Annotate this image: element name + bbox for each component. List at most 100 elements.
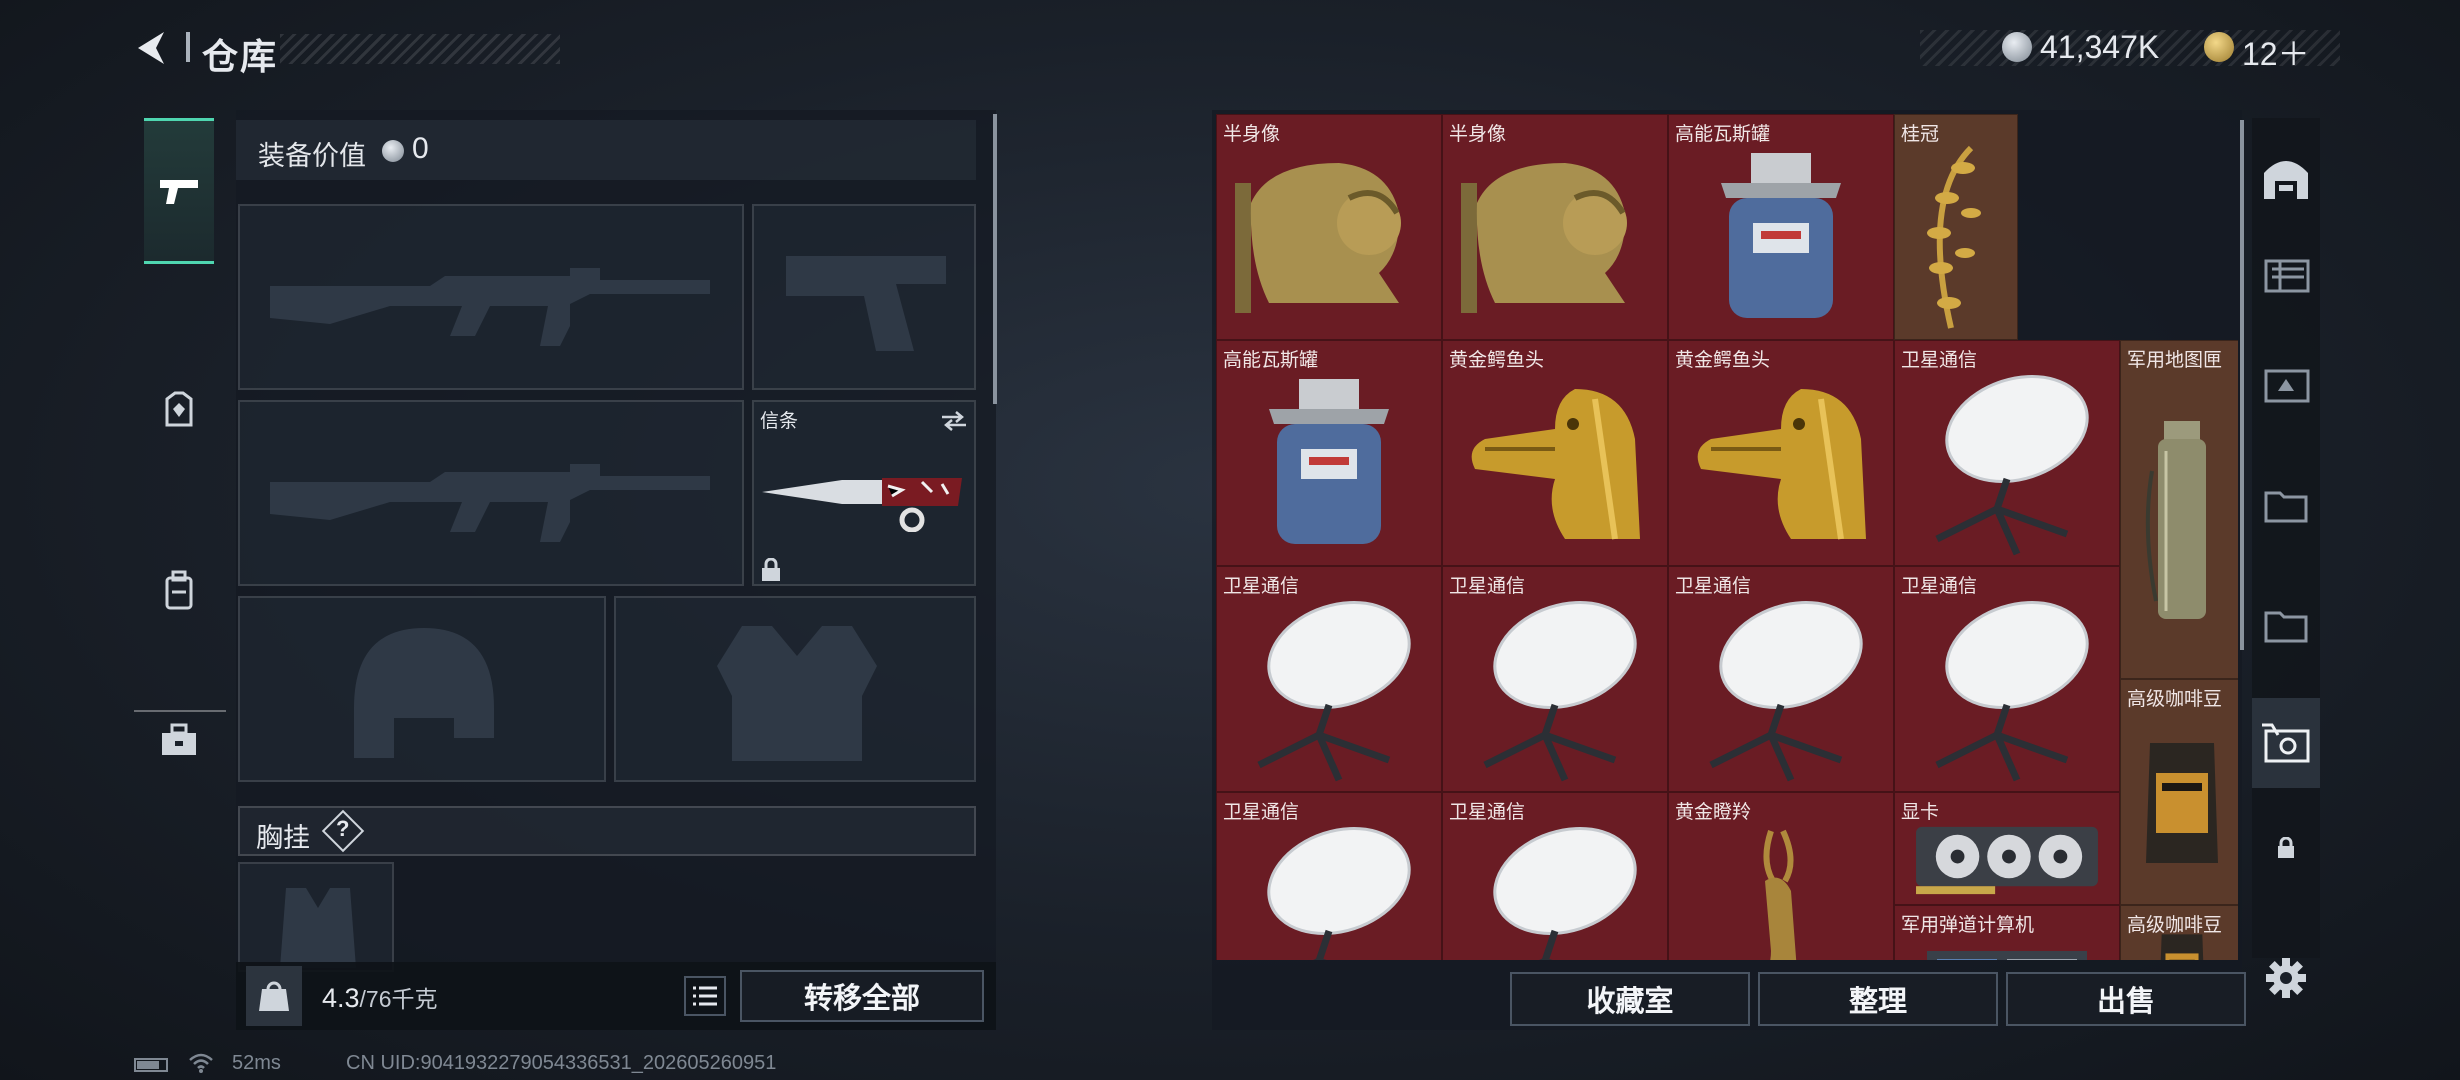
- stash-scrollbar[interactable]: [2240, 120, 2244, 650]
- armor-slot[interactable]: [614, 596, 976, 782]
- list-icon: [693, 986, 717, 1006]
- wifi-icon: [189, 1053, 213, 1073]
- chest-rig-slot[interactable]: [238, 862, 394, 972]
- chest-rig-label: 胸挂: [256, 823, 310, 853]
- melee-label: 信条: [760, 411, 799, 432]
- ping-value: 52ms: [232, 1052, 281, 1074]
- sort-button[interactable]: 整理: [1758, 972, 1998, 1026]
- stash-item-cell[interactable]: 卫星通信: [1668, 566, 1894, 792]
- rig-silhouette-icon: [280, 888, 356, 968]
- pistol-slot[interactable]: [752, 204, 976, 390]
- stash-item-cell[interactable]: 军用地图匣: [2120, 340, 2238, 679]
- equipment-value: 0: [412, 132, 429, 165]
- settings-gear-icon[interactable]: [2264, 956, 2308, 1000]
- stash-item-cell[interactable]: 桂冠: [1894, 114, 2019, 340]
- crate-icon: [2262, 723, 2310, 763]
- battery-icon: [134, 1058, 168, 1072]
- collection-button[interactable]: 收藏室: [1510, 972, 1750, 1026]
- bust-item-icon: [1443, 137, 1667, 339]
- toolbox-icon: [162, 723, 196, 755]
- gas-item-icon: [1217, 363, 1441, 565]
- bust-item-icon: [1217, 137, 1441, 339]
- croc-item-icon: [1443, 363, 1667, 565]
- transfer-all-button[interactable]: 转移全部: [740, 970, 984, 1022]
- stash-item-cell[interactable]: 显卡: [1894, 792, 2120, 905]
- weight-icon-box: [246, 966, 302, 1026]
- melee-slot[interactable]: 信条: [752, 400, 976, 586]
- helmet-slot[interactable]: [238, 596, 606, 782]
- stash-item-cell[interactable]: 卫星通信: [1894, 566, 2120, 792]
- stash-item-cell[interactable]: 高级咖啡豆: [2120, 905, 2238, 960]
- tab-armor[interactable]: [144, 380, 214, 440]
- stash-item-cell[interactable]: 半身像: [1442, 114, 1668, 340]
- currency-bar: 41,347K 12＋: [1920, 26, 2340, 72]
- back-arrow-icon[interactable]: [130, 28, 178, 68]
- weight-current: 4.3: [322, 983, 360, 1013]
- stash-item-cell[interactable]: 卫星通信: [1442, 792, 1668, 960]
- knife-icon: [762, 478, 962, 532]
- equipment-panel: 装备价值 0 信条 胸挂 ? 4.3/76千克 转移全部: [236, 110, 997, 1030]
- stash-item-cell[interactable]: 高能瓦斯罐: [1668, 114, 1894, 340]
- rifle-silhouette-icon: [270, 268, 710, 346]
- stash-panel: 半身像 半身像 高能瓦斯罐 桂冠 高能瓦斯罐 黄金鳄鱼头 黄金鳄鱼头 卫星通信 军用地图匣 卫星通…: [1212, 110, 2246, 1030]
- vest-silhouette-icon: [717, 626, 877, 761]
- folder-icon: [2264, 611, 2308, 643]
- swap-icon[interactable]: [940, 410, 968, 432]
- stash-tab-4[interactable]: [2256, 578, 2316, 668]
- stash-tab-3[interactable]: [2256, 458, 2316, 548]
- dish-item-icon: [1443, 589, 1667, 791]
- coin-icon: [382, 140, 404, 162]
- folder-icon: [2264, 491, 2308, 523]
- weight-icon: [259, 981, 289, 1011]
- tube-item-icon: [2121, 363, 2238, 678]
- ticket-value[interactable]: 12＋: [2242, 29, 2310, 75]
- equipment-value-label: 装备价值: [258, 141, 366, 171]
- list-view-button[interactable]: [684, 976, 726, 1016]
- pistol-icon: [160, 180, 198, 204]
- secondary-weapon-slot[interactable]: [238, 400, 744, 586]
- stash-tab-main[interactable]: [2256, 148, 2316, 208]
- scrollbar[interactable]: [993, 114, 997, 404]
- gpu-item-icon: [1895, 815, 2119, 904]
- stash-tab-2[interactable]: [2256, 338, 2316, 428]
- rifle-silhouette-icon: [270, 464, 710, 542]
- lock-icon: [2278, 837, 2294, 858]
- stash-tabs: [2252, 118, 2320, 958]
- backpack-icon: [165, 570, 193, 610]
- tab-backpack[interactable]: [144, 560, 214, 620]
- stash-tab-locked[interactable]: [2256, 818, 2316, 878]
- coffee-item-icon: [2121, 928, 2238, 960]
- stash-tab-5[interactable]: [2252, 698, 2320, 788]
- uid-text: CN UID:9041932279054336531_202605260951: [346, 1052, 777, 1074]
- coin-icon: [2002, 32, 2032, 62]
- category-tabs: [134, 110, 226, 755]
- gazelle-item-icon: [1669, 815, 1893, 960]
- dish-item-icon: [1895, 589, 2119, 791]
- stash-item-cell[interactable]: 黄金瞪羚: [1668, 792, 1894, 960]
- page-title: 仓库: [202, 36, 279, 77]
- gas-item-icon: [1669, 137, 1893, 339]
- stash-item-cell[interactable]: 军用弹道计算机: [1894, 905, 2120, 960]
- stash-tab-1[interactable]: [2256, 228, 2316, 318]
- stash-item-cell[interactable]: 高能瓦斯罐: [1216, 340, 1442, 566]
- stash-item-cell[interactable]: 黄金鳄鱼头: [1668, 340, 1894, 566]
- computer-item-icon: [1895, 928, 2119, 960]
- primary-weapon-slot[interactable]: [238, 204, 744, 390]
- stash-item-cell[interactable]: 高级咖啡豆: [2120, 679, 2238, 905]
- dish-item-icon: [1217, 589, 1441, 791]
- sell-button[interactable]: 出售: [2006, 972, 2246, 1026]
- helmet-silhouette-icon: [354, 628, 494, 758]
- stash-item-cell[interactable]: 半身像: [1216, 114, 1442, 340]
- tab-weapons[interactable]: [144, 118, 214, 264]
- tab-case[interactable]: [144, 710, 214, 770]
- weight-capacity: /76千克: [359, 986, 438, 1012]
- helmet-vest-icon: [165, 391, 193, 427]
- stash-item-cell[interactable]: 卫星通信: [1442, 566, 1668, 792]
- stash-item-cell[interactable]: 黄金鳄鱼头: [1442, 340, 1668, 566]
- lock-icon: [762, 558, 780, 581]
- stash-item-cell[interactable]: 卫星通信: [1216, 566, 1442, 792]
- ticket-icon: [2204, 32, 2234, 62]
- weight-value: 4.3/76千克: [322, 980, 438, 1014]
- stash-item-cell[interactable]: 卫星通信: [1894, 340, 2120, 566]
- stash-item-cell[interactable]: 卫星通信: [1216, 792, 1442, 960]
